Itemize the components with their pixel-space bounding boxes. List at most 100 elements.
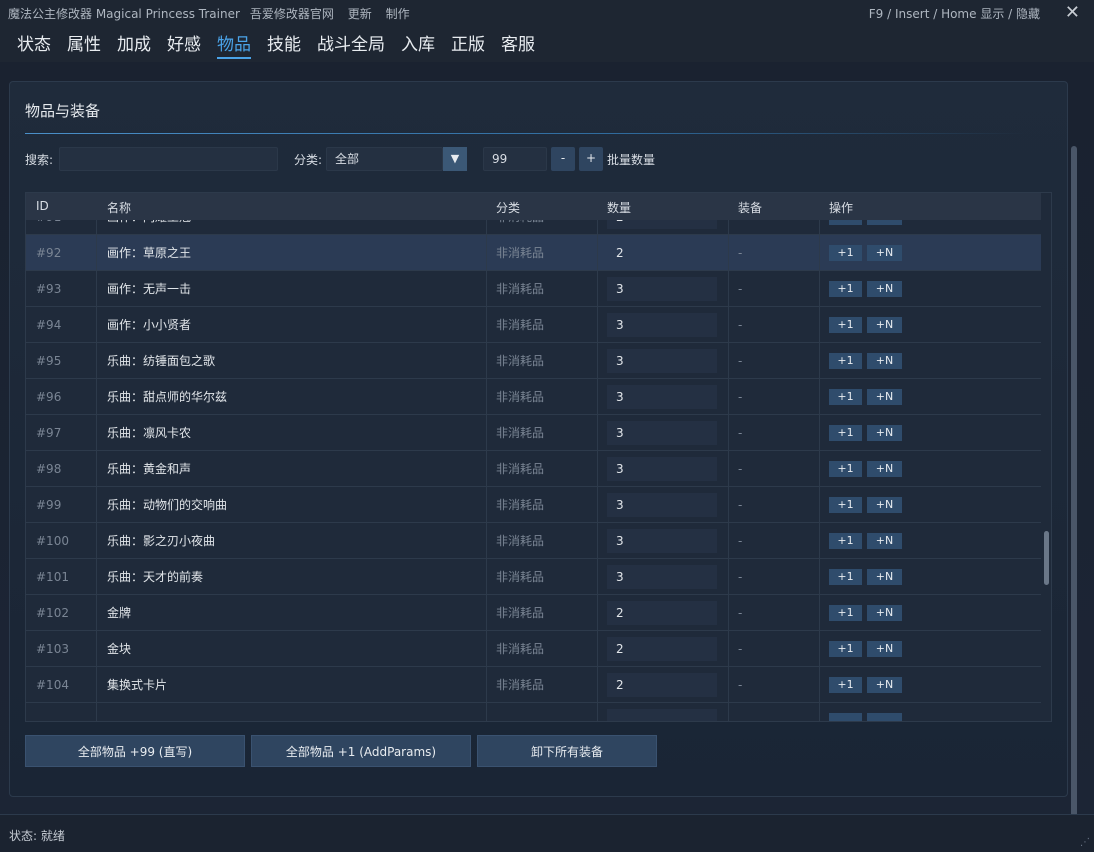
col-name[interactable]: 名称	[107, 199, 131, 216]
chevron-down-icon[interactable]: ▼	[443, 147, 467, 171]
unequip-all-button[interactable]: 卸下所有装备	[477, 735, 657, 767]
tab-storage[interactable]: 入库	[401, 30, 435, 57]
table-row[interactable]: #98 乐曲：黄金和声 非消耗品 3 - +1 +N	[26, 451, 1041, 487]
add-one-button[interactable]	[829, 713, 862, 721]
add-n-button[interactable]: +N	[867, 353, 902, 369]
equip-status: -	[738, 678, 743, 692]
col-quantity[interactable]: 数量	[607, 199, 631, 216]
quantity-input[interactable]: 3	[607, 493, 717, 517]
link-update[interactable]: 更新	[348, 7, 372, 21]
items-table: #91画作：闪耀王冠非消耗品2-+1+N#92画作：草原之王非消耗品2-+1+N…	[25, 192, 1052, 722]
tab-battle-global[interactable]: 战斗全局	[317, 30, 385, 57]
add-one-button[interactable]: +1	[829, 569, 862, 585]
page-scrollbar[interactable]	[1071, 146, 1077, 836]
add-n-button[interactable]: +N	[867, 281, 902, 297]
close-icon[interactable]: ✕	[1065, 2, 1080, 23]
item-category: 非消耗品	[496, 606, 545, 620]
table-scrollbar[interactable]	[1044, 531, 1049, 585]
batch-amount-label: 批量数量	[607, 153, 656, 167]
add-n-button[interactable]: +N	[867, 245, 902, 261]
table-row[interactable]: #103 金块 非消耗品 2 - +1 +N	[26, 631, 1041, 667]
quantity-input[interactable]: 3	[607, 385, 717, 409]
col-actions[interactable]: 操作	[829, 199, 853, 216]
add-one-button[interactable]: +1	[829, 317, 862, 333]
table-row[interactable]: #100 乐曲：影之刃小夜曲 非消耗品 3 - +1 +N	[26, 523, 1041, 559]
item-category: 非消耗品	[496, 534, 545, 548]
add-n-button[interactable]: +N	[867, 569, 902, 585]
add-one-button[interactable]: +1	[829, 389, 862, 405]
link-official-site[interactable]: 吾爱修改器官网	[250, 7, 334, 21]
add-one-button[interactable]: +1	[829, 641, 862, 657]
add-one-button[interactable]: +1	[829, 605, 862, 621]
quantity-input[interactable]: 3	[607, 313, 717, 337]
table-row[interactable]	[26, 703, 1041, 721]
add-n-button[interactable]: +N	[867, 389, 902, 405]
col-category[interactable]: 分类	[496, 199, 520, 216]
equip-status: -	[738, 534, 743, 548]
tab-genuine[interactable]: 正版	[451, 30, 485, 57]
column-divider	[96, 193, 97, 721]
table-row[interactable]: #97 乐曲：凛风卡农 非消耗品 3 - +1 +N	[26, 415, 1041, 451]
add-n-button[interactable]: +N	[867, 605, 902, 621]
quantity-input[interactable]: 3	[607, 457, 717, 481]
all-items-plus99-button[interactable]: 全部物品 +99 (直写)	[25, 735, 245, 767]
quantity-input[interactable]: 2	[607, 673, 717, 697]
add-n-button[interactable]: +N	[867, 317, 902, 333]
column-divider	[486, 193, 487, 721]
tab-status[interactable]: 状态	[17, 30, 51, 57]
table-row[interactable]: #95 乐曲：纺锤面包之歌 非消耗品 3 - +1 +N	[26, 343, 1041, 379]
quantity-input[interactable]: 2	[607, 241, 717, 265]
item-id: #96	[36, 390, 62, 404]
add-one-button[interactable]: +1	[829, 425, 862, 441]
table-row[interactable]: #99 乐曲：动物们的交响曲 非消耗品 3 - +1 +N	[26, 487, 1041, 523]
quantity-input[interactable]: 2	[607, 601, 717, 625]
add-one-button[interactable]: +1	[829, 353, 862, 369]
add-n-button[interactable]: +N	[867, 677, 902, 693]
quantity-input[interactable]: 3	[607, 349, 717, 373]
table-row[interactable]: #101 乐曲：天才的前奏 非消耗品 3 - +1 +N	[26, 559, 1041, 595]
tab-attributes[interactable]: 属性	[67, 30, 101, 57]
table-row[interactable]: #93 画作：无声一击 非消耗品 3 - +1 +N	[26, 271, 1041, 307]
add-n-button[interactable]	[867, 713, 902, 721]
batch-amount-input[interactable]: 99	[483, 147, 547, 171]
table-row[interactable]: #94 画作：小小贤者 非消耗品 3 - +1 +N	[26, 307, 1041, 343]
equip-status: -	[738, 282, 743, 296]
quantity-input[interactable]: 3	[607, 529, 717, 553]
col-equip[interactable]: 装备	[738, 199, 762, 216]
add-n-button[interactable]: +N	[867, 497, 902, 513]
quantity-input[interactable]: 3	[607, 421, 717, 445]
add-one-button[interactable]: +1	[829, 281, 862, 297]
increment-button[interactable]: +	[579, 147, 603, 171]
quantity-input[interactable]: 3	[607, 277, 717, 301]
add-n-button[interactable]: +N	[867, 533, 902, 549]
add-one-button[interactable]: +1	[829, 533, 862, 549]
table-row[interactable]: #92 画作：草原之王 非消耗品 2 - +1 +N	[26, 235, 1041, 271]
table-row[interactable]: #102 金牌 非消耗品 2 - +1 +N	[26, 595, 1041, 631]
item-id: #102	[36, 606, 69, 620]
all-items-plus1-button[interactable]: 全部物品 +1 (AddParams)	[251, 735, 471, 767]
item-id: #94	[36, 318, 62, 332]
add-n-button[interactable]: +N	[867, 461, 902, 477]
tab-items[interactable]: 物品	[217, 30, 251, 59]
quantity-input[interactable]: 2	[607, 637, 717, 661]
table-row[interactable]: #96 乐曲：甜点师的华尔兹 非消耗品 3 - +1 +N	[26, 379, 1041, 415]
add-one-button[interactable]: +1	[829, 245, 862, 261]
add-n-button[interactable]: +N	[867, 425, 902, 441]
add-one-button[interactable]: +1	[829, 461, 862, 477]
add-one-button[interactable]: +1	[829, 677, 862, 693]
add-n-button[interactable]: +N	[867, 641, 902, 657]
tab-support[interactable]: 客服	[501, 30, 535, 57]
resize-grip-icon[interactable]: ⋰	[1080, 837, 1090, 848]
table-row[interactable]: #104 集换式卡片 非消耗品 2 - +1 +N	[26, 667, 1041, 703]
tab-skills[interactable]: 技能	[267, 30, 301, 57]
link-credits[interactable]: 制作	[386, 7, 410, 21]
quantity-input[interactable]: 3	[607, 565, 717, 589]
tab-bonus[interactable]: 加成	[117, 30, 151, 57]
decrement-button[interactable]: -	[551, 147, 575, 171]
col-id[interactable]: ID	[36, 199, 49, 213]
category-select[interactable]: 全部	[326, 147, 443, 171]
add-one-button[interactable]: +1	[829, 497, 862, 513]
search-input[interactable]	[59, 147, 278, 171]
tab-affection[interactable]: 好感	[167, 30, 201, 57]
quantity-input[interactable]	[607, 709, 717, 721]
